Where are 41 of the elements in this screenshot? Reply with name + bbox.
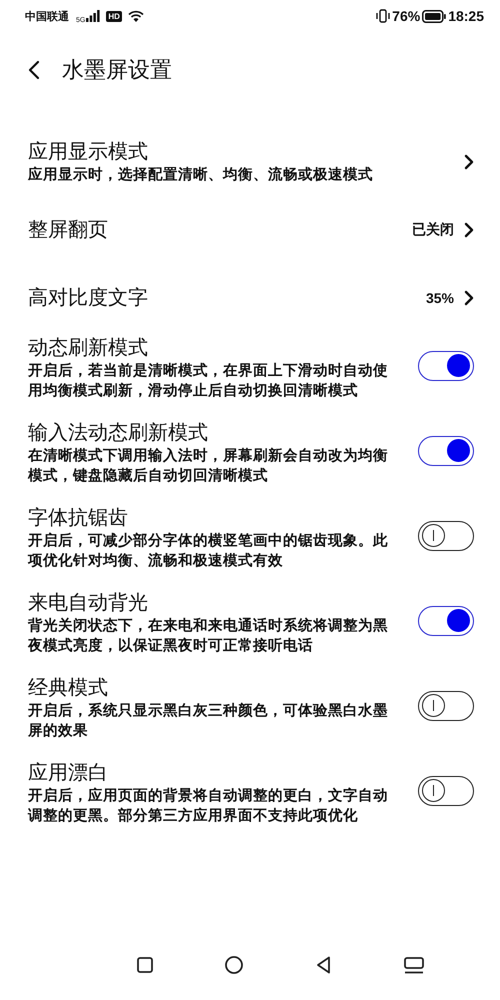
square-icon: [136, 956, 154, 974]
setting-title: 输入法动态刷新模式: [28, 421, 209, 446]
home-icon: [225, 956, 244, 974]
setting-title: 应用显示模式: [28, 140, 149, 164]
chevron-icon: [464, 290, 474, 306]
setting-title: 字体抗锯齿: [28, 506, 129, 531]
toggle-switch[interactable]: [418, 350, 474, 380]
setting-value: 已关闭: [412, 221, 454, 239]
page-title: 水墨屏设置: [62, 56, 172, 84]
setting-description: 背光关闭状态下，在来电和来电通话时系统将调整为黑夜模式亮度，以保证黑夜时可正常接听电话: [28, 616, 389, 656]
carrier-name: 中国联通: [25, 10, 69, 24]
setting-title: 经典模式: [28, 676, 109, 701]
setting-value: 35%: [426, 290, 454, 306]
setting-title: 动态刷新模式: [28, 336, 149, 361]
toggle-switch[interactable]: [418, 606, 474, 636]
battery-percent: 76%: [392, 8, 420, 24]
setting-description: 开启后，可减少部分字体的横竖笔画中的锯齿现象。此项优化针对均衡、流畅和极速模式有效: [28, 531, 389, 571]
setting-title: 高对比度文字: [28, 286, 149, 310]
chevron-icon: [464, 154, 474, 170]
setting-title: 整屏翻页: [28, 218, 109, 242]
signal-icon: [86, 10, 100, 22]
back-icon: [314, 956, 333, 974]
vibrate-icon: [376, 9, 390, 23]
setting-description: 在清晰模式下调用输入法时，屏幕刷新会自动改为均衡模式，键盘隐藏后自动切回清晰模式: [28, 446, 389, 486]
toggle-switch[interactable]: [418, 436, 474, 466]
setting-title: 应用漂白: [28, 761, 109, 786]
hd-badge: HD: [106, 10, 122, 22]
setting-description: 应用显示时，选择配置清晰、均衡、流畅或极速模式: [28, 165, 374, 184]
chevron-icon: [464, 222, 474, 238]
battery-icon: [422, 10, 446, 22]
dock-icon: [404, 956, 424, 974]
back-icon: [28, 60, 40, 80]
setting-description: 开启后，应用页面的背景将自动调整的更白，文字自动调整的更黑。部分第三方应用界面不支持此项优化: [28, 786, 389, 826]
setting-description: 开启后，系统只显示黑白灰三种颜色，可体验黑白水墨屏的效果: [28, 701, 389, 741]
wifi-icon: [128, 10, 144, 22]
toggle-switch[interactable]: [418, 520, 474, 550]
clock: 18:25: [448, 8, 484, 24]
toggle-switch[interactable]: [418, 776, 474, 806]
toggle-switch[interactable]: [418, 690, 474, 720]
setting-title: 来电自动背光: [28, 591, 149, 616]
setting-description: 开启后，若当前是清晰模式，在界面上下滑动时自动使用均衡模式刷新，滑动停止后自动切换回清晰模式: [28, 361, 389, 401]
